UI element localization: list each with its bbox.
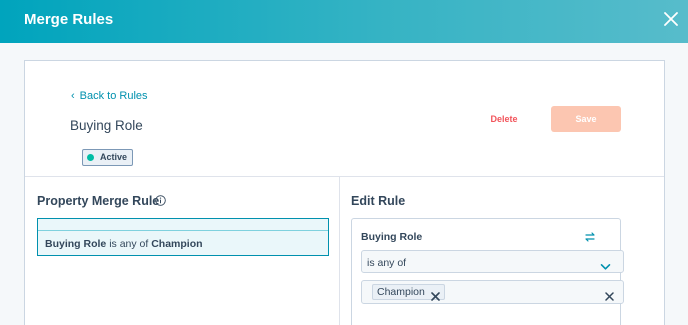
- status-badge: Active: [82, 149, 134, 166]
- back-to-rules-link[interactable]: ‹ Back to Rules: [71, 90, 148, 102]
- column-divider: [339, 177, 340, 325]
- status-dot-icon: [87, 154, 94, 161]
- status-label: Active: [100, 152, 128, 162]
- value-multiselect[interactable]: Champion: [361, 280, 624, 304]
- remove-tag-icon[interactable]: [431, 288, 440, 301]
- row-divider: [38, 230, 328, 231]
- modal-header: Merge Rules: [0, 0, 688, 43]
- delete-button[interactable]: Delete: [482, 108, 526, 130]
- chevron-left-icon: ‹: [71, 90, 75, 102]
- property-merge-rule-title: Property Merge Rule: [37, 194, 160, 208]
- save-button[interactable]: Save: [551, 106, 621, 132]
- operator-select[interactable]: is any of: [361, 250, 624, 273]
- rule-operator: is any of: [109, 238, 149, 250]
- close-icon[interactable]: [664, 12, 678, 26]
- back-link-label: Back to Rules: [79, 90, 148, 102]
- rule-property: Buying Role: [45, 238, 107, 250]
- value-tag: Champion: [372, 284, 445, 301]
- rule-detail-panel: ‹ Back to Rules Buying Role Active Delete…: [24, 60, 665, 325]
- clear-values-icon[interactable]: [605, 288, 614, 301]
- edit-property-label: Buying Role: [361, 231, 423, 243]
- operator-selected-value: is any of: [367, 257, 407, 269]
- info-icon[interactable]: [155, 193, 166, 206]
- edit-rule-card: Buying Role is any of Champion: [351, 218, 624, 325]
- rule-summary: Buying Role is any of Champion: [45, 238, 203, 250]
- merge-rule-row[interactable]: Buying Role is any of Champion: [37, 218, 329, 256]
- chevron-down-icon: [600, 258, 611, 270]
- tag-label: Champion: [377, 286, 425, 298]
- divider: [25, 176, 664, 177]
- swap-icon[interactable]: [584, 230, 596, 242]
- modal-title: Merge Rules: [24, 11, 114, 28]
- edit-rule-title: Edit Rule: [351, 194, 406, 208]
- page-title: Buying Role: [70, 118, 143, 133]
- rule-value: Champion: [151, 238, 203, 250]
